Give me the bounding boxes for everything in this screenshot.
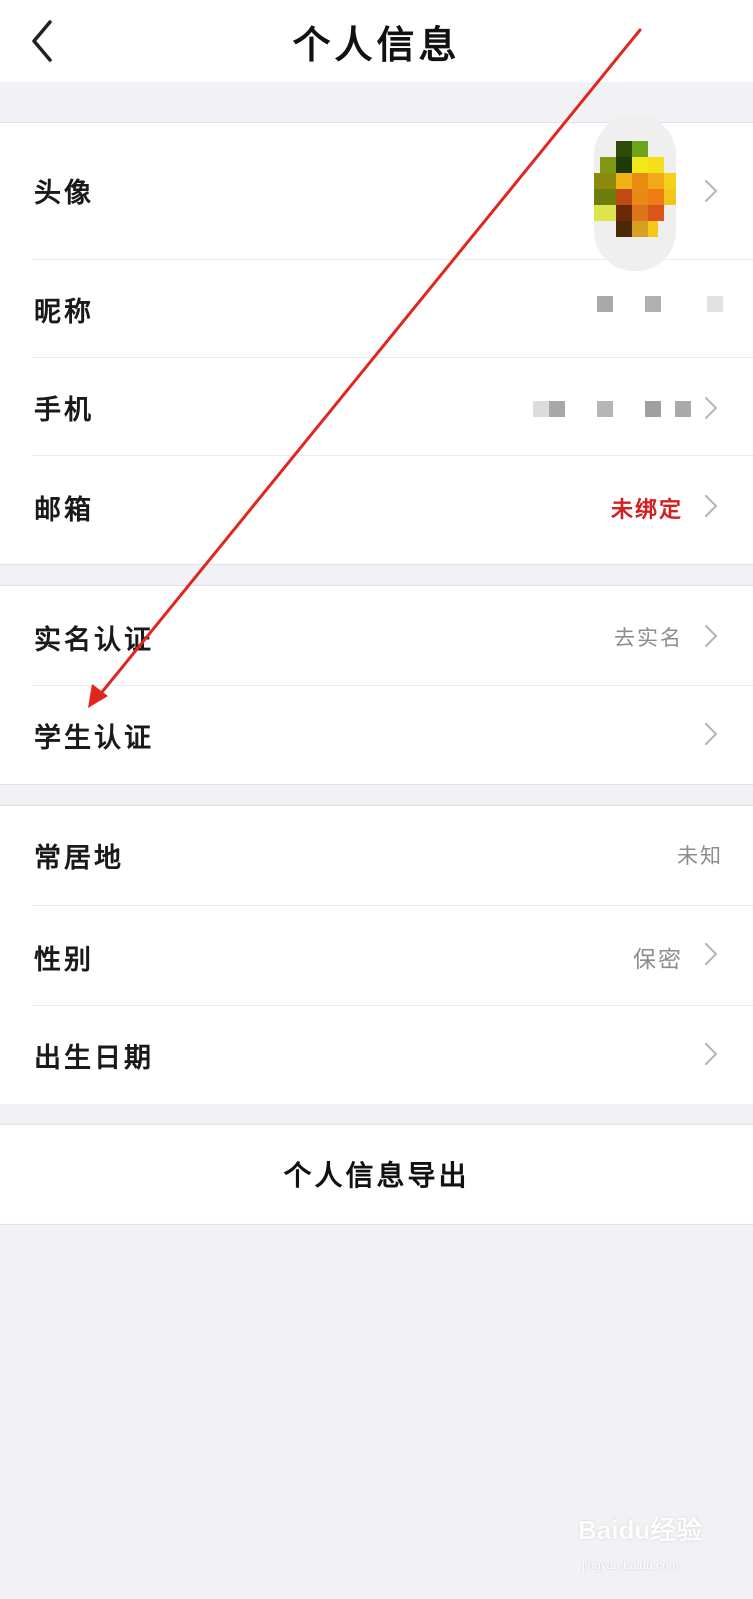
chevron-right-icon	[704, 396, 718, 420]
avatar-image	[594, 115, 676, 271]
chevron-right-icon	[704, 179, 718, 203]
export-label: 个人信息导出	[283, 1159, 470, 1192]
export-group: 个人信息导出	[0, 1124, 753, 1225]
birthday-row[interactable]: 出生日期	[0, 1006, 753, 1104]
residence-value: 未知	[677, 844, 723, 868]
birthday-label: 出生日期	[34, 1043, 154, 1074]
chevron-right-icon	[704, 624, 718, 648]
nickname-row[interactable]: 昵称	[0, 260, 753, 357]
chevron-right-icon	[704, 722, 718, 746]
realname-row[interactable]: 实名认证 去实名	[0, 586, 753, 685]
watermark-url: jingyan.baidu.com	[582, 1558, 679, 1572]
email-row[interactable]: 邮箱 未绑定	[0, 456, 753, 563]
student-row[interactable]: 学生认证	[0, 686, 753, 784]
baidu-watermark: Baidu经验	[578, 1515, 703, 1545]
page-title: 个人信息	[292, 22, 461, 67]
chevron-right-icon	[704, 494, 718, 518]
phone-label: 手机	[34, 395, 94, 426]
residence-label: 常居地	[34, 843, 124, 874]
student-label: 学生认证	[34, 723, 154, 754]
chevron-right-icon	[704, 1042, 718, 1066]
email-label: 邮箱	[34, 495, 94, 526]
verification-group: 实名认证 去实名 学生认证	[0, 585, 753, 785]
nickname-label: 昵称	[34, 297, 94, 328]
chevron-right-icon	[704, 942, 718, 966]
realname-label: 实名认证	[34, 625, 154, 656]
personal-details-group: 常居地 未知 性别 保密 出生日期	[0, 805, 753, 1104]
email-status: 未绑定	[610, 497, 683, 523]
gender-row[interactable]: 性别 保密	[0, 906, 753, 1005]
gender-label: 性别	[34, 945, 94, 976]
export-button[interactable]: 个人信息导出	[0, 1125, 753, 1224]
avatar[interactable]	[594, 115, 676, 271]
realname-action: 去实名	[614, 626, 683, 650]
top-navbar: 个人信息	[0, 0, 753, 82]
gender-value: 保密	[633, 947, 683, 973]
residence-row[interactable]: 常居地 未知	[0, 806, 753, 905]
phone-row[interactable]: 手机	[0, 358, 753, 455]
avatar-label: 头像	[34, 178, 94, 209]
